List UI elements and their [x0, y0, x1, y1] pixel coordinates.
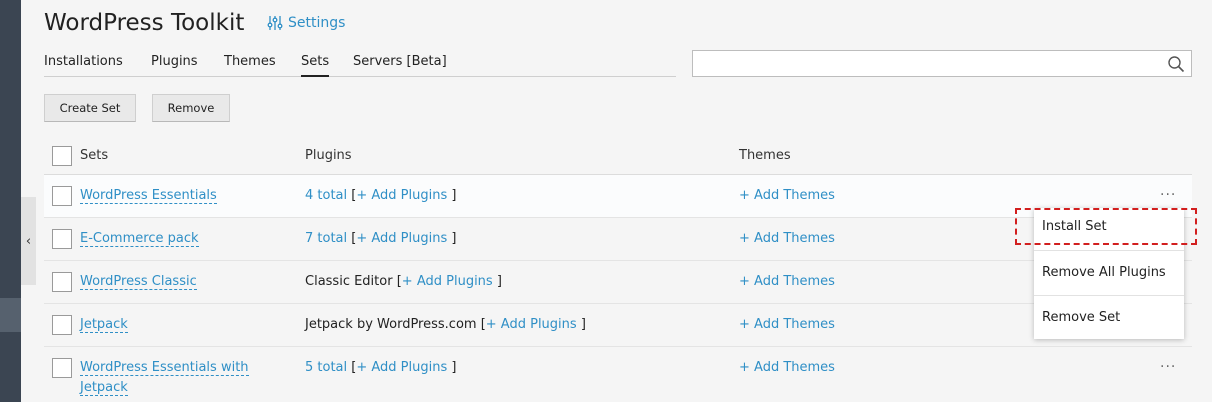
- page-title: WordPress Toolkit: [44, 10, 245, 36]
- add-plugins-link[interactable]: + Add Plugins: [356, 360, 447, 375]
- plugins-cell: 7 total [+ Add Plugins ]: [305, 229, 456, 249]
- themes-cell: + Add Themes: [739, 358, 835, 378]
- search-box: [692, 50, 1192, 77]
- themes-cell: + Add Themes: [739, 229, 835, 249]
- bracket-close: ]: [451, 231, 457, 246]
- table-row: WordPress Essentials with Jetpack 5 tota…: [44, 347, 1192, 402]
- plugins-text: Jetpack by WordPress.com: [305, 317, 477, 332]
- row-checkbox[interactable]: [52, 315, 72, 335]
- themes-cell: + Add Themes: [739, 315, 835, 335]
- table-header: Sets Plugins Themes: [44, 137, 1192, 175]
- themes-cell: + Add Themes: [739, 186, 835, 206]
- table-row: Jetpack Jetpack by WordPress.com [+ Add …: [44, 304, 1192, 347]
- left-navigation-active-item[interactable]: [0, 298, 21, 332]
- settings-label: Settings: [288, 15, 346, 31]
- row-checkbox[interactable]: [52, 186, 72, 206]
- tab-bar: Installations Plugins Themes Sets Server…: [44, 54, 676, 77]
- tab-plugins[interactable]: Plugins: [151, 54, 198, 69]
- left-navigation-strip: [0, 0, 21, 402]
- plugins-cell: Classic Editor [+ Add Plugins ]: [305, 272, 502, 292]
- bracket-close: ]: [451, 188, 457, 203]
- row-actions-more-icon[interactable]: ...: [1160, 183, 1176, 199]
- add-themes-link[interactable]: + Add Themes: [739, 317, 835, 332]
- table-row: WordPress Classic Classic Editor [+ Add …: [44, 261, 1192, 304]
- chevron-left-icon: ‹: [25, 233, 32, 249]
- row-actions-menu: Install Set Remove All Plugins Remove Se…: [1034, 208, 1184, 339]
- add-plugins-link[interactable]: + Add Plugins: [356, 188, 447, 203]
- sets-table: Sets Plugins Themes WordPress Essentials…: [44, 137, 1192, 402]
- set-name-link[interactable]: WordPress Classic: [80, 274, 197, 290]
- tab-themes[interactable]: Themes: [224, 54, 276, 69]
- bracket-close: ]: [580, 317, 586, 332]
- set-name-link-line2[interactable]: Jetpack: [80, 380, 128, 396]
- set-name-link[interactable]: Jetpack: [80, 317, 128, 333]
- menu-item-remove-all-plugins[interactable]: Remove All Plugins: [1034, 250, 1184, 295]
- menu-item-install-set[interactable]: Install Set: [1034, 219, 1184, 234]
- search-icon[interactable]: [1167, 55, 1185, 73]
- plugins-text: Classic Editor: [305, 274, 393, 289]
- tab-sets[interactable]: Sets: [301, 54, 330, 77]
- sliders-icon: [267, 16, 283, 30]
- table-row: WordPress Essentials 4 total [+ Add Plug…: [44, 175, 1192, 218]
- themes-cell: + Add Themes: [739, 272, 835, 292]
- add-themes-link[interactable]: + Add Themes: [739, 231, 835, 246]
- set-name-cell: WordPress Essentials: [80, 186, 260, 206]
- add-plugins-link[interactable]: + Add Plugins: [356, 231, 447, 246]
- add-plugins-link[interactable]: + Add Plugins: [486, 317, 577, 332]
- bracket-close: ]: [451, 360, 457, 375]
- set-name-link[interactable]: WordPress Essentials: [80, 188, 217, 204]
- collapse-sidebar-button[interactable]: ‹: [21, 197, 36, 285]
- set-name-cell: Jetpack: [80, 315, 260, 335]
- remove-button[interactable]: Remove: [152, 94, 230, 122]
- search-input[interactable]: [693, 51, 1153, 76]
- set-name-link[interactable]: E-Commerce pack: [80, 231, 199, 247]
- add-themes-link[interactable]: + Add Themes: [739, 360, 835, 375]
- set-name-cell: E-Commerce pack: [80, 229, 260, 249]
- create-set-button[interactable]: Create Set: [44, 94, 136, 122]
- column-header-themes: Themes: [739, 148, 791, 163]
- row-checkbox[interactable]: [52, 272, 72, 292]
- menu-item-remove-set[interactable]: Remove Set: [1034, 295, 1184, 339]
- row-actions-more-icon[interactable]: ...: [1160, 355, 1176, 371]
- add-themes-link[interactable]: + Add Themes: [739, 188, 835, 203]
- column-header-plugins: Plugins: [305, 148, 352, 163]
- row-checkbox[interactable]: [52, 358, 72, 378]
- select-all-checkbox[interactable]: [52, 146, 72, 166]
- set-name-cell: WordPress Essentials with Jetpack: [80, 358, 260, 398]
- row-checkbox[interactable]: [52, 229, 72, 249]
- set-name-cell: WordPress Classic: [80, 272, 260, 292]
- plugins-cell: Jetpack by WordPress.com [+ Add Plugins …: [305, 315, 586, 335]
- plugins-count-link[interactable]: 7 total: [305, 231, 347, 246]
- tab-installations[interactable]: Installations: [44, 54, 123, 69]
- add-themes-link[interactable]: + Add Themes: [739, 274, 835, 289]
- tab-servers-beta[interactable]: Servers [Beta]: [353, 54, 447, 69]
- bracket-close: ]: [496, 274, 502, 289]
- plugins-cell: 5 total [+ Add Plugins ]: [305, 358, 456, 378]
- table-row: E-Commerce pack 7 total [+ Add Plugins ]…: [44, 218, 1192, 261]
- add-plugins-link[interactable]: + Add Plugins: [402, 274, 493, 289]
- settings-link[interactable]: Settings: [267, 15, 345, 31]
- plugins-count-link[interactable]: 5 total: [305, 360, 347, 375]
- column-header-sets: Sets: [80, 148, 109, 163]
- plugins-count-link[interactable]: 4 total: [305, 188, 347, 203]
- set-name-link-line1[interactable]: WordPress Essentials with: [80, 360, 249, 376]
- plugins-cell: 4 total [+ Add Plugins ]: [305, 186, 456, 206]
